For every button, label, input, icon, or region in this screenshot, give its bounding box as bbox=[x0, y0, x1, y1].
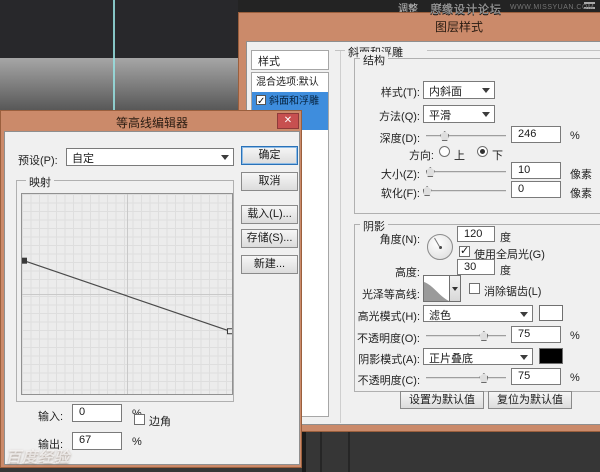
contour-editor-body: 预设(P): 自定 确定 取消 载入(L)... 存储(S)... 新建... … bbox=[4, 131, 300, 465]
mapping-group-label: 映射 bbox=[26, 174, 54, 190]
method-field-label: 方法(Q): bbox=[379, 111, 420, 123]
style-field-label: 样式(T): bbox=[380, 87, 420, 99]
reset-default-button[interactable]: 复位为默认值 bbox=[488, 391, 572, 409]
panel-divider bbox=[348, 432, 350, 472]
angle-field-label: 角度(N): bbox=[379, 234, 420, 246]
depth-input[interactable]: 246 bbox=[511, 126, 561, 143]
depth-slider[interactable] bbox=[426, 131, 506, 141]
save-button[interactable]: 存储(S)... bbox=[241, 229, 298, 248]
highlight-mode-select[interactable]: 滤色 bbox=[423, 305, 533, 322]
global-light-checkbox[interactable] bbox=[459, 244, 470, 257]
size-slider[interactable] bbox=[425, 167, 506, 177]
size-unit: 像素 bbox=[570, 169, 592, 181]
highlight-mode-label: 高光模式(H): bbox=[357, 311, 420, 323]
highlight-opacity-unit: % bbox=[570, 330, 580, 342]
angle-dial-pointer bbox=[434, 237, 441, 248]
shadow-opacity-label: 不透明度(C): bbox=[357, 375, 420, 387]
rule bbox=[427, 50, 600, 51]
shadow-mode-select[interactable]: 正片叠底 bbox=[423, 348, 533, 365]
method-select[interactable]: 平滑 bbox=[423, 105, 495, 123]
angle-dial[interactable] bbox=[427, 234, 453, 260]
preset-select[interactable]: 自定 bbox=[66, 148, 234, 166]
direction-down-label: 下 bbox=[492, 150, 503, 162]
ok-button[interactable]: 确定 bbox=[241, 146, 298, 165]
style-item-blending-options[interactable]: 混合选项:默认 bbox=[252, 73, 328, 92]
highlight-opacity-slider[interactable] bbox=[426, 331, 506, 341]
close-icon[interactable]: ✕ bbox=[277, 113, 299, 129]
style-item-bevel-emboss[interactable]: 斜面和浮雕 bbox=[252, 92, 328, 111]
output-unit: % bbox=[132, 436, 142, 448]
contour-editor-dialog: 等高线编辑器 ✕ 预设(P): 自定 确定 取消 载入(L)... 存储(S).… bbox=[0, 110, 302, 468]
size-input[interactable]: 10 bbox=[511, 162, 561, 179]
direction-down-radio[interactable] bbox=[477, 146, 488, 157]
altitude-field-label: 高度: bbox=[394, 267, 420, 279]
check-icon[interactable] bbox=[256, 92, 266, 111]
corner-checkbox[interactable] bbox=[134, 414, 145, 425]
altitude-input[interactable]: 30 bbox=[457, 259, 495, 275]
gloss-contour-label: 光泽等高线: bbox=[361, 289, 420, 301]
panel-divider bbox=[320, 432, 322, 472]
photoshop-workspace: { "workspace": { "panel_tabs": [ {"label… bbox=[0, 0, 600, 472]
chevron-down-icon bbox=[482, 112, 490, 117]
direction-up-label: 上 bbox=[454, 150, 465, 162]
antialias-checkbox[interactable] bbox=[469, 283, 480, 294]
contour-mapping-graph[interactable] bbox=[21, 193, 233, 395]
shadow-color-swatch[interactable] bbox=[539, 348, 563, 364]
watermark-url: WWW.MISSYUAN.COM bbox=[510, 4, 595, 11]
highlight-color-swatch[interactable] bbox=[539, 305, 563, 321]
gloss-contour-dropdown[interactable] bbox=[450, 275, 461, 302]
direction-up-radio[interactable] bbox=[439, 146, 450, 157]
styles-list-header: 样式 bbox=[251, 50, 329, 70]
new-button[interactable]: 新建... bbox=[241, 255, 298, 274]
shadow-opacity-slider[interactable] bbox=[426, 373, 506, 383]
panel-divider-line bbox=[340, 51, 341, 423]
output-field[interactable]: 67 bbox=[72, 432, 122, 450]
load-button[interactable]: 载入(L)... bbox=[241, 205, 298, 224]
angle-input[interactable]: 120 bbox=[457, 226, 495, 242]
style-select[interactable]: 内斜面 bbox=[423, 81, 495, 99]
input-field[interactable]: 0 bbox=[72, 404, 122, 422]
soften-input[interactable]: 0 bbox=[511, 181, 561, 198]
layer-style-dialog-title: 图层样式 bbox=[434, 20, 483, 34]
cyan-guide-line bbox=[113, 0, 115, 110]
soften-field-label: 软化(F): bbox=[380, 188, 420, 200]
size-field-label: 大小(Z): bbox=[380, 169, 420, 181]
contour-editor-title: 等高线编辑器 bbox=[115, 116, 188, 130]
antialias-label: 消除锯齿(L) bbox=[484, 286, 542, 298]
input-label: 输入: bbox=[38, 411, 64, 423]
shadow-opacity-input[interactable]: 75 bbox=[511, 368, 561, 385]
highlight-opacity-input[interactable]: 75 bbox=[511, 326, 561, 343]
structure-group-label: 结构 bbox=[360, 52, 388, 68]
angle-unit: 度 bbox=[500, 232, 511, 244]
direction-field-label: 方向: bbox=[408, 150, 434, 162]
chevron-down-icon bbox=[221, 155, 229, 160]
make-default-button[interactable]: 设置为默认值 bbox=[400, 391, 484, 409]
canvas-gradient-area bbox=[0, 58, 238, 110]
panel-divider bbox=[302, 432, 306, 472]
gloss-contour-thumbnail[interactable] bbox=[423, 275, 450, 302]
altitude-unit: 度 bbox=[500, 265, 511, 277]
depth-unit: % bbox=[570, 130, 580, 142]
shadow-mode-label: 阴影模式(A): bbox=[358, 354, 420, 366]
watermark-brand: 思缘设计论坛 bbox=[430, 4, 502, 16]
shadow-opacity-unit: % bbox=[570, 372, 580, 384]
canvas-dark-area bbox=[0, 0, 238, 58]
chevron-down-icon bbox=[520, 354, 528, 360]
soften-slider[interactable] bbox=[422, 186, 506, 196]
watermark-bottom: 百度经验 bbox=[6, 449, 71, 466]
cancel-button[interactable]: 取消 bbox=[241, 172, 298, 191]
highlight-opacity-label: 不透明度(O): bbox=[357, 333, 420, 345]
depth-field-label: 深度(D): bbox=[379, 133, 420, 145]
preset-label: 预设(P): bbox=[18, 155, 58, 167]
chevron-down-icon bbox=[520, 311, 528, 317]
contour-curve bbox=[22, 257, 232, 335]
chevron-down-icon bbox=[482, 88, 490, 93]
corner-label: 边角 bbox=[149, 416, 171, 428]
soften-unit: 像素 bbox=[570, 188, 592, 200]
rule bbox=[335, 50, 345, 51]
